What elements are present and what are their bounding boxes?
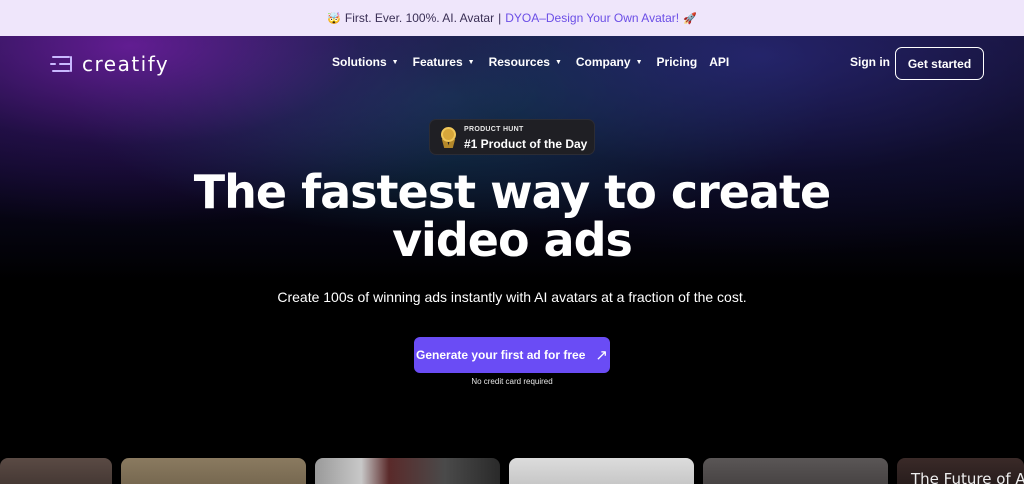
arrow-up-right-icon: ↗: [595, 347, 608, 364]
chevron-down-icon: ▼: [467, 58, 475, 66]
nav-solutions[interactable]: Solutions ▼: [332, 55, 399, 69]
nav-pricing[interactable]: Pricing: [657, 55, 698, 69]
sign-in-link[interactable]: Sign in: [850, 55, 890, 69]
rocket-emoji-icon: 🚀: [683, 12, 697, 25]
banner-text: First. Ever. 100%. AI. Avatar: [344, 11, 495, 25]
video-thumbnail[interactable]: [315, 458, 500, 484]
headline-line-2: video ads: [392, 213, 633, 267]
video-thumbnail[interactable]: [0, 458, 112, 484]
mind-blown-emoji-icon: 🤯: [327, 12, 341, 25]
video-thumbnail[interactable]: [509, 458, 694, 484]
headline-line-1: The fastest way to create: [193, 165, 831, 219]
creatify-logo-icon: [50, 53, 74, 75]
nav-pricing-label: Pricing: [656, 55, 698, 69]
banner-link[interactable]: DYOA–Design Your Own Avatar!: [505, 11, 679, 25]
main-menu: Solutions ▼ Features ▼ Resources ▼ Compa…: [332, 55, 741, 69]
no-credit-card-note: No credit card required: [471, 377, 553, 386]
video-thumbnails: The Future of AI: [0, 458, 1024, 484]
logo-text: creatify: [82, 52, 170, 76]
nav-company[interactable]: Company ▼: [576, 55, 643, 69]
medal-icon: [441, 127, 456, 149]
chevron-down-icon: ▼: [554, 58, 562, 66]
banner-separator: |: [498, 11, 502, 25]
nav-solutions-label: Solutions: [332, 55, 387, 69]
nav-api[interactable]: API: [709, 55, 729, 69]
cta-label: Generate your first ad for free: [416, 348, 586, 362]
badge-small-text: PRODUCT HUNT: [464, 126, 524, 133]
thumbnail-caption: The Future of AI: [911, 470, 1024, 484]
badge-title: #1 Product of the Day: [464, 137, 588, 151]
chevron-down-icon: ▼: [391, 58, 399, 66]
generate-ad-button[interactable]: Generate your first ad for free ↗: [414, 337, 610, 373]
announcement-banner[interactable]: 🤯 First. Ever. 100%. AI. Avatar | DYOA–D…: [0, 0, 1024, 36]
nav-features[interactable]: Features ▼: [413, 55, 475, 69]
video-thumbnail[interactable]: The Future of AI: [897, 458, 1024, 484]
get-started-button[interactable]: Get started: [895, 47, 984, 80]
video-thumbnail[interactable]: [703, 458, 888, 484]
hero-subtitle: Create 100s of winning ads instantly wit…: [277, 289, 747, 305]
nav-resources-label: Resources: [488, 55, 550, 69]
hero-headline: The fastest way to create video ads: [0, 168, 1024, 264]
nav-company-label: Company: [575, 55, 631, 69]
product-hunt-badge[interactable]: PRODUCT HUNT #1 Product of the Day: [429, 119, 595, 155]
nav-api-label: API: [709, 55, 730, 69]
nav-resources[interactable]: Resources ▼: [489, 55, 562, 69]
nav-features-label: Features: [412, 55, 463, 69]
video-thumbnail[interactable]: [121, 458, 306, 484]
top-nav: creatify Solutions ▼ Features ▼ Resource…: [0, 36, 1024, 90]
hero-section: creatify Solutions ▼ Features ▼ Resource…: [0, 36, 1024, 484]
logo[interactable]: creatify: [50, 52, 169, 76]
chevron-down-icon: ▼: [635, 58, 643, 66]
